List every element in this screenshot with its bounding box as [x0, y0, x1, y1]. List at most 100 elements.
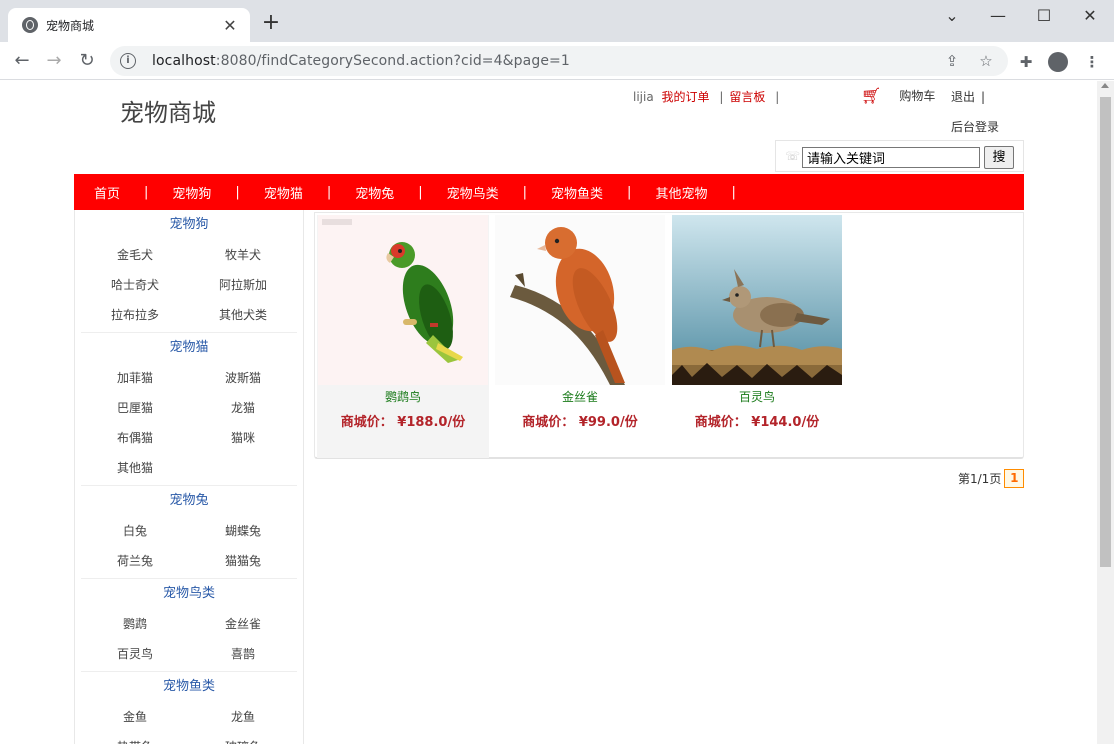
subcategory-link[interactable]: 其他猫	[81, 453, 189, 483]
subcategory-link[interactable]: 玻璃鱼	[189, 732, 297, 744]
browser-tab-bar: 宠物商城 ✕ + ⌄ — ☐ ✕	[0, 0, 1114, 42]
nav-separator: |	[522, 184, 528, 200]
nav-separator: |	[235, 184, 240, 200]
url-host: localhost	[152, 53, 216, 69]
subcategory-link[interactable]: 龙鱼	[189, 702, 297, 732]
nav-separator: |	[144, 184, 149, 200]
product-card[interactable]: 金丝雀 商城价： ¥99.0/份	[494, 215, 666, 458]
nav-separator: |	[731, 184, 736, 200]
nav-cats[interactable]: 宠物猫	[264, 183, 303, 202]
forward-arrow-icon[interactable]: →	[42, 50, 66, 74]
my-orders-link[interactable]: 我的订单	[662, 90, 710, 104]
message-board-link[interactable]: 留言板	[729, 90, 765, 104]
subcategory-link[interactable]: 热带鱼	[81, 732, 189, 744]
product-grid: 鹦鹉鸟 商城价： ¥188.0/份 金丝雀 商城价： ¥99.0/份 百灵鸟 商…	[314, 212, 1024, 459]
search-input[interactable]	[802, 147, 980, 168]
subcategory-link[interactable]: 鹦鹉	[81, 609, 189, 639]
cart-link[interactable]: 🛒︎ 购物车	[861, 86, 935, 105]
info-icon[interactable]: i	[120, 53, 136, 69]
subcategory-link[interactable]: 金丝雀	[189, 609, 297, 639]
subcategory-link[interactable]: 金鱼	[81, 702, 189, 732]
nav-home[interactable]: 首页	[94, 183, 120, 202]
maximize-icon[interactable]: ☐	[1021, 4, 1067, 28]
category-sidebar: 宠物狗 金毛犬 牧羊犬 哈士奇犬 阿拉斯加 拉布拉多 其他犬类 宠物猫 加菲猫 …	[74, 210, 304, 744]
profile-avatar-icon[interactable]	[1048, 52, 1068, 72]
product-card[interactable]: 鹦鹉鸟 商城价： ¥188.0/份	[317, 215, 489, 458]
parrot-image[interactable]	[318, 215, 488, 385]
nav-rabbits[interactable]: 宠物兔	[355, 183, 394, 202]
search-box: ☏ 搜	[775, 140, 1024, 172]
subcategory-link[interactable]: 蝴蝶兔	[189, 516, 297, 546]
nav-dogs[interactable]: 宠物狗	[172, 183, 211, 202]
top-links: lijia 我的订单 | 留言板 |	[633, 88, 785, 105]
subcategory-link[interactable]: 猫咪	[189, 423, 297, 453]
phone-icon: ☏	[785, 149, 801, 163]
address-bar[interactable]: i localhost:8080/findCategorySecond.acti…	[110, 46, 1008, 76]
subcategory-link[interactable]: 拉布拉多	[81, 300, 189, 330]
nav-separator: |	[418, 184, 423, 200]
back-arrow-icon[interactable]: ←	[10, 50, 34, 74]
category-title[interactable]: 宠物鱼类	[81, 672, 297, 702]
extensions-puzzle-icon[interactable]: ✚	[1014, 50, 1038, 74]
subcategory-link[interactable]: 金毛犬	[81, 240, 189, 270]
tab-title: 宠物商城	[46, 18, 95, 33]
logout-link[interactable]: 退出 |	[951, 88, 985, 105]
product-name[interactable]: 金丝雀	[494, 387, 666, 407]
category-block-fish: 宠物鱼类 金鱼 龙鱼 热带鱼 玻璃鱼	[81, 672, 297, 744]
product-name[interactable]: 百灵鸟	[671, 387, 843, 407]
scroll-up-arrow-icon[interactable]	[1101, 83, 1109, 88]
category-title[interactable]: 宠物狗	[81, 210, 297, 240]
url-text[interactable]: localhost:8080/findCategorySecond.action…	[152, 53, 930, 69]
reload-icon[interactable]: ↻	[75, 50, 99, 74]
category-block-cats: 宠物猫 加菲猫 波斯猫 巴厘猫 龙猫 布偶猫 猫咪 其他猫	[81, 333, 297, 486]
product-card[interactable]: 百灵鸟 商城价： ¥144.0/份	[671, 215, 843, 458]
site-logo[interactable]: 宠物商城	[120, 93, 216, 128]
subcategory-link[interactable]: 龙猫	[189, 393, 297, 423]
category-title[interactable]: 宠物兔	[81, 486, 297, 516]
subcategory-link[interactable]: 其他犬类	[189, 300, 297, 330]
new-tab-plus-icon[interactable]: +	[260, 12, 282, 34]
separator: |	[719, 90, 724, 104]
search-button[interactable]: 搜	[984, 146, 1014, 169]
subcategory-link[interactable]: 百灵鸟	[81, 639, 189, 669]
vertical-scrollbar[interactable]	[1097, 81, 1114, 744]
subcategory-link[interactable]: 荷兰兔	[81, 546, 189, 576]
close-icon[interactable]: ✕	[220, 16, 240, 35]
pagination: 第1/1页 1	[958, 469, 1025, 488]
category-title[interactable]: 宠物猫	[81, 333, 297, 363]
star-icon[interactable]: ☆	[974, 52, 998, 70]
product-price: 商城价： ¥99.0/份	[522, 415, 638, 430]
subcategory-link[interactable]: 哈士奇犬	[81, 270, 189, 300]
category-title[interactable]: 宠物鸟类	[81, 579, 297, 609]
subcategory-link[interactable]: 巴厘猫	[81, 393, 189, 423]
lark-image[interactable]	[672, 215, 842, 385]
subcategory-link[interactable]: 波斯猫	[189, 363, 297, 393]
chevron-down-icon[interactable]: ⌄	[929, 4, 975, 28]
nav-fish[interactable]: 宠物鱼类	[551, 183, 603, 202]
subcategory-link[interactable]: 牧羊犬	[189, 240, 297, 270]
subcategory-link[interactable]: 阿拉斯加	[189, 270, 297, 300]
menu-kebab-icon[interactable]: ⋮	[1080, 50, 1104, 74]
minimize-icon[interactable]: —	[975, 4, 1021, 28]
admin-login-link[interactable]: 后台登录	[951, 118, 999, 135]
browser-toolbar: ← → ↻ i localhost:8080/findCategorySecon…	[0, 42, 1114, 80]
scrollbar-thumb[interactable]	[1100, 97, 1111, 567]
nav-other[interactable]: 其他宠物	[655, 183, 707, 202]
main-nav: 首页 | 宠物狗 | 宠物猫 | 宠物兔 | 宠物鸟类 | 宠物鱼类 | 其他宠物 |	[74, 174, 1024, 210]
canary-image[interactable]	[495, 215, 665, 385]
subcategory-link[interactable]: 加菲猫	[81, 363, 189, 393]
page-number-current[interactable]: 1	[1004, 469, 1025, 488]
subcategory-link[interactable]: 布偶猫	[81, 423, 189, 453]
product-name[interactable]: 鹦鹉鸟	[317, 387, 489, 407]
share-icon[interactable]: ⇪	[940, 52, 964, 70]
subcategory-link[interactable]: 喜鹊	[189, 639, 297, 669]
nav-birds[interactable]: 宠物鸟类	[447, 183, 499, 202]
globe-icon	[22, 17, 38, 33]
subcategory-link[interactable]: 白兔	[81, 516, 189, 546]
browser-tab[interactable]: 宠物商城 ✕	[8, 8, 250, 42]
subcategory-link[interactable]: 猫猫兔	[189, 546, 297, 576]
category-block-birds: 宠物鸟类 鹦鹉 金丝雀 百灵鸟 喜鹊	[81, 579, 297, 672]
cart-icon: 🛒︎	[861, 86, 882, 105]
window-close-icon[interactable]: ✕	[1067, 4, 1113, 28]
nav-separator: |	[326, 184, 332, 200]
